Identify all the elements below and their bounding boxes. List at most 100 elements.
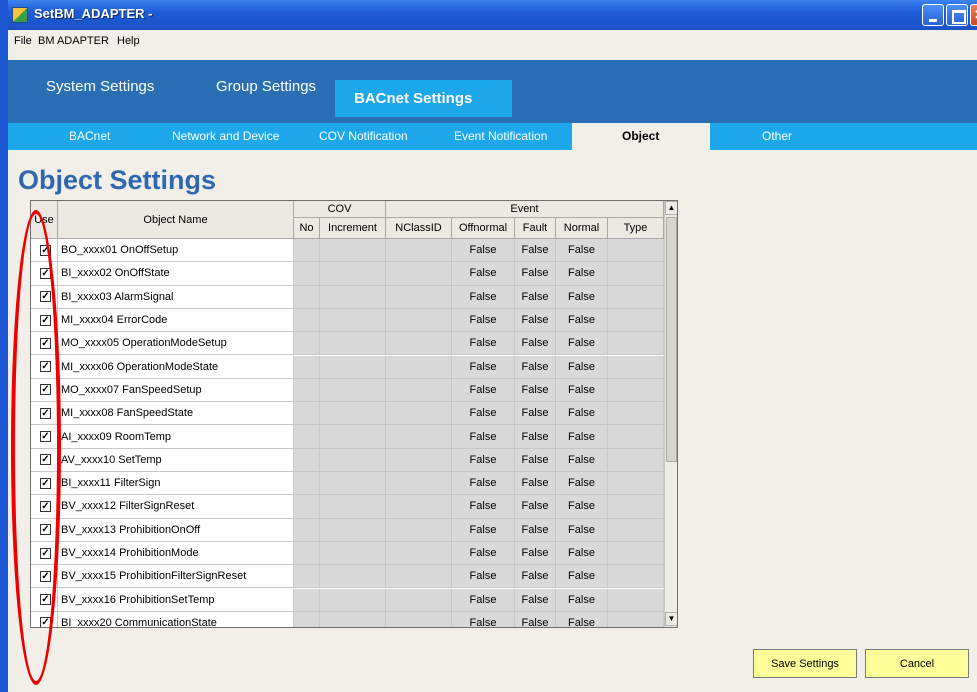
- table-row[interactable]: ✓ BV_xxxx15 ProhibitionFilterSignReset Fal…: [31, 565, 664, 589]
- empty-cell[interactable]: [294, 402, 320, 425]
- empty-cell[interactable]: [320, 448, 386, 471]
- subtab-network-and-device[interactable]: Network and Device: [172, 129, 279, 143]
- offnormal-cell[interactable]: False: [452, 355, 515, 378]
- use-cell[interactable]: ✓: [31, 588, 58, 611]
- table-row[interactable]: ✓ BO_xxxx01 OnOffSetup False False False: [31, 239, 664, 263]
- table-row[interactable]: ✓ MO_xxxx07 FanSpeedSetup False False False: [31, 378, 664, 403]
- use-checkbox[interactable]: ✓: [40, 617, 51, 627]
- fault-cell[interactable]: False: [515, 402, 556, 425]
- use-cell[interactable]: ✓: [31, 425, 58, 448]
- subtab-other[interactable]: Other: [762, 129, 792, 143]
- header-offnormal[interactable]: Offnormal: [452, 218, 515, 239]
- use-checkbox[interactable]: ✓: [40, 291, 51, 303]
- object-name-cell[interactable]: MI_xxxx04 ErrorCode: [58, 308, 294, 332]
- offnormal-cell[interactable]: False: [452, 402, 515, 425]
- offnormal-cell[interactable]: False: [452, 495, 515, 518]
- title-bar[interactable]: SetBM_ADAPTER -: [8, 0, 977, 30]
- menu-help[interactable]: Help: [117, 35, 140, 47]
- empty-cell[interactable]: [294, 239, 320, 262]
- empty-cell[interactable]: [320, 402, 386, 425]
- empty-cell[interactable]: [320, 355, 386, 378]
- offnormal-cell[interactable]: False: [452, 332, 515, 355]
- grid-vertical-scrollbar[interactable]: ▲ ▼: [664, 201, 677, 627]
- use-checkbox[interactable]: ✓: [40, 524, 51, 536]
- offnormal-cell[interactable]: False: [452, 588, 515, 611]
- normal-cell[interactable]: False: [556, 239, 608, 262]
- empty-cell[interactable]: [294, 495, 320, 518]
- use-checkbox[interactable]: ✓: [40, 431, 51, 443]
- use-checkbox[interactable]: ✓: [40, 267, 51, 279]
- empty-cell[interactable]: [608, 611, 664, 627]
- empty-cell[interactable]: [320, 308, 386, 332]
- object-name-cell[interactable]: MI_xxxx06 OperationModeState: [58, 355, 294, 378]
- fault-cell[interactable]: False: [515, 332, 556, 355]
- use-cell[interactable]: ✓: [31, 262, 58, 285]
- empty-cell[interactable]: [386, 402, 452, 425]
- object-name-cell[interactable]: BV_xxxx12 FilterSignReset: [58, 495, 294, 518]
- empty-cell[interactable]: [386, 565, 452, 588]
- maximize-icon[interactable]: [946, 4, 968, 26]
- table-row[interactable]: ✓ MI_xxxx08 FanSpeedState False False False: [31, 402, 664, 426]
- scroll-up-icon[interactable]: ▲: [665, 201, 677, 215]
- table-row[interactable]: ✓ BI_xxxx02 OnOffState False False False: [31, 262, 664, 286]
- header-normal[interactable]: Normal: [556, 218, 608, 239]
- empty-cell[interactable]: [294, 308, 320, 332]
- empty-cell[interactable]: [320, 262, 386, 285]
- empty-cell[interactable]: [608, 262, 664, 285]
- empty-cell[interactable]: [294, 588, 320, 611]
- fault-cell[interactable]: False: [515, 355, 556, 378]
- fault-cell[interactable]: False: [515, 495, 556, 518]
- empty-cell[interactable]: [608, 355, 664, 378]
- object-name-cell[interactable]: BI_xxxx02 OnOffState: [58, 262, 294, 285]
- normal-cell[interactable]: False: [556, 518, 608, 541]
- use-checkbox[interactable]: ✓: [40, 500, 51, 512]
- empty-cell[interactable]: [608, 239, 664, 262]
- normal-cell[interactable]: False: [556, 308, 608, 332]
- normal-cell[interactable]: False: [556, 472, 608, 495]
- use-cell[interactable]: ✓: [31, 541, 58, 565]
- header-nclassid[interactable]: NClassID: [386, 218, 452, 239]
- empty-cell[interactable]: [386, 518, 452, 541]
- use-checkbox[interactable]: ✓: [40, 570, 51, 582]
- object-name-cell[interactable]: BI_xxxx20 CommunicationState: [58, 611, 294, 627]
- empty-cell[interactable]: [294, 355, 320, 378]
- object-name-cell[interactable]: BI_xxxx11 FilterSign: [58, 472, 294, 495]
- fault-cell[interactable]: False: [515, 448, 556, 471]
- empty-cell[interactable]: [294, 378, 320, 402]
- object-name-cell[interactable]: AI_xxxx09 RoomTemp: [58, 425, 294, 448]
- normal-cell[interactable]: False: [556, 425, 608, 448]
- cancel-button[interactable]: Cancel: [865, 649, 969, 678]
- empty-cell[interactable]: [320, 541, 386, 565]
- table-row[interactable]: ✓ AV_xxxx10 SetTemp False False False: [31, 448, 664, 472]
- empty-cell[interactable]: [294, 285, 320, 308]
- empty-cell[interactable]: [608, 472, 664, 495]
- use-cell[interactable]: ✓: [31, 611, 58, 627]
- use-checkbox[interactable]: ✓: [40, 244, 51, 256]
- empty-cell[interactable]: [386, 262, 452, 285]
- offnormal-cell[interactable]: False: [452, 448, 515, 471]
- offnormal-cell[interactable]: False: [452, 308, 515, 332]
- empty-cell[interactable]: [608, 332, 664, 355]
- empty-cell[interactable]: [320, 495, 386, 518]
- normal-cell[interactable]: False: [556, 402, 608, 425]
- header-fault[interactable]: Fault: [515, 218, 556, 239]
- normal-cell[interactable]: False: [556, 285, 608, 308]
- object-name-cell[interactable]: BV_xxxx13 ProhibitionOnOff: [58, 518, 294, 541]
- object-name-cell[interactable]: BI_xxxx03 AlarmSignal: [58, 285, 294, 308]
- use-cell[interactable]: ✓: [31, 402, 58, 425]
- object-name-cell[interactable]: BV_xxxx14 ProhibitionMode: [58, 541, 294, 565]
- fault-cell[interactable]: False: [515, 541, 556, 565]
- table-row[interactable]: ✓ BV_xxxx13 ProhibitionOnOff False False Fal…: [31, 518, 664, 542]
- empty-cell[interactable]: [294, 262, 320, 285]
- empty-cell[interactable]: [294, 518, 320, 541]
- offnormal-cell[interactable]: False: [452, 472, 515, 495]
- fault-cell[interactable]: False: [515, 308, 556, 332]
- header-object-name[interactable]: Object Name: [58, 201, 294, 239]
- empty-cell[interactable]: [386, 472, 452, 495]
- use-checkbox[interactable]: ✓: [40, 594, 51, 606]
- tab-bacnet-settings[interactable]: BACnet Settings: [354, 90, 472, 107]
- normal-cell[interactable]: False: [556, 495, 608, 518]
- empty-cell[interactable]: [608, 308, 664, 332]
- empty-cell[interactable]: [608, 541, 664, 565]
- object-name-cell[interactable]: MO_xxxx07 FanSpeedSetup: [58, 378, 294, 402]
